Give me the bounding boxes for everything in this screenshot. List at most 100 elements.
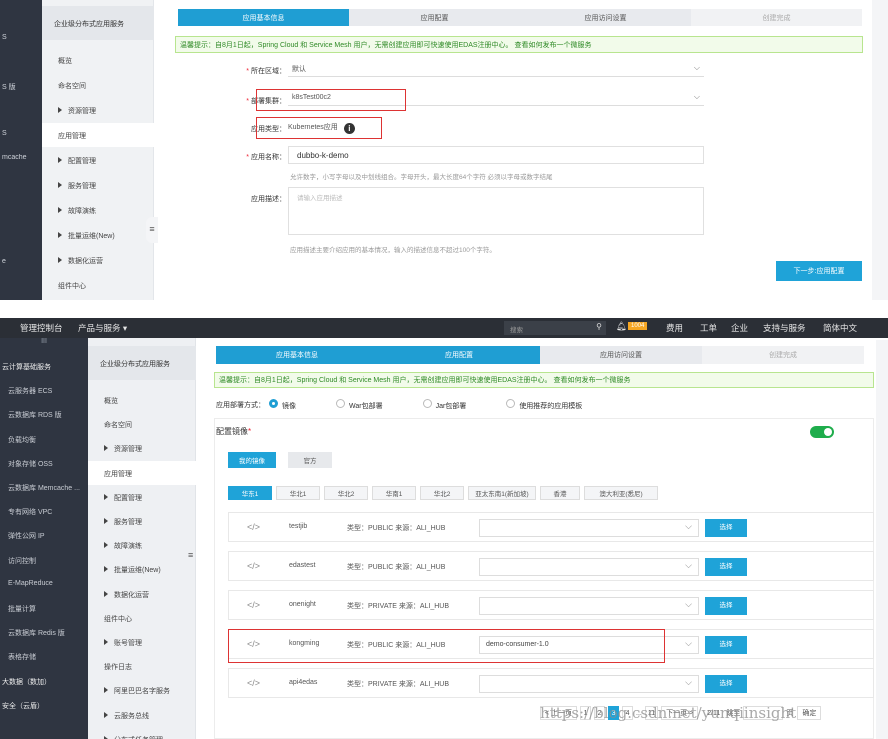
submenu-item[interactable]: 故障演练 [88,533,196,557]
submenu-item[interactable]: 批量运维(New) [88,557,196,581]
region-tab[interactable]: 华北2 [324,486,368,500]
leftnav-item[interactable]: 云数据库 Redis 版 [0,620,88,644]
leftnav-item[interactable]: 云数据库 Memcache ... [0,475,88,499]
products-menu[interactable]: 产品与服务 ▾ [78,322,127,334]
select-image-button[interactable]: 选择 [705,597,747,615]
topbar-link-language[interactable]: 简体中文 [823,322,857,334]
submenu-item[interactable]: 批量运维(New) [42,223,154,247]
leftnav-item[interactable]: 安全（云盾） [0,693,88,717]
version-select[interactable]: ⌵ [479,519,699,537]
step-4: 创建完成 [702,346,864,364]
image-config-toggle[interactable] [810,426,834,438]
search-input[interactable]: 搜索 ⚲ [504,321,606,335]
notice-text: 温馨提示：自8月1日起，Spring Cloud 和 Service Mesh … [180,41,592,49]
left-strip-label[interactable]: mcache [2,154,40,161]
search-icon[interactable]: ⚲ [596,322,602,331]
version-select[interactable]: ⌵ [479,597,699,615]
submenu-item[interactable]: 命名空间 [42,73,154,97]
app-name-input[interactable]: dubbo-k-demo [288,146,704,164]
submenu-item[interactable]: 组件中心 [88,606,196,630]
left-strip-label[interactable]: S [2,130,40,137]
tab-my-images[interactable]: 我的镜像 [228,452,276,468]
submenu-item[interactable]: 概览 [88,388,196,412]
confirm-page-button[interactable]: 确定 [797,706,822,720]
left-strip-label[interactable]: S [2,34,40,41]
submenu-item[interactable]: 云服务总线 [88,703,196,727]
region-value: 默认 [292,65,306,73]
submenu-item[interactable]: 数据化运营 [42,248,154,272]
step-1: 应用基本信息 [178,9,349,26]
deploy-option-war[interactable]: War包部署 [336,399,383,411]
submenu-item-label: 资源管理 [114,446,142,454]
region-tab[interactable]: 华北2 [420,486,464,500]
leftnav-item[interactable]: 云服务器 ECS [0,378,88,402]
submenu-item[interactable]: 应用管理 [88,460,196,485]
leftnav-item[interactable]: 专有网络 VPC [0,499,88,523]
leftnav-item[interactable]: 大数据（数加） [0,669,88,693]
tab-official[interactable]: 官方 [288,452,332,468]
leftnav-item[interactable]: E-MapReduce [0,572,88,596]
caret-right-icon [58,107,62,113]
submenu-item-label: 服务管理 [68,183,96,190]
submenu-item[interactable]: 服务管理 [88,509,196,533]
select-image-button[interactable]: 选择 [705,636,747,654]
left-strip-label[interactable]: S 版 [2,82,40,92]
leftnav-item[interactable]: 批量计算 [0,596,88,620]
version-select[interactable]: ⌵ [479,558,699,576]
leftnav-item[interactable]: 访问控制 [0,548,88,572]
leftnav-item[interactable]: 对象存储 OSS [0,451,88,475]
submenu-item-label: 命名空间 [58,83,86,90]
scrollbar[interactable] [876,340,888,739]
topbar-link-fees[interactable]: 费用 [666,322,683,334]
submenu-item[interactable]: 应用管理 [42,123,154,147]
app-desc-textarea[interactable]: 请输入应用描述 [288,187,704,235]
submenu-item[interactable]: 配置管理 [88,485,196,509]
select-image-button[interactable]: 选择 [705,675,747,693]
submenu-item[interactable]: 阿里巴巴名字服务 [88,678,196,702]
menu-toggle-icon[interactable]: III [0,338,88,352]
leftnav-item[interactable]: 负载均衡 [0,427,88,451]
collapse-handle-icon[interactable]: ≡ [188,550,198,574]
notice-text: 温馨提示：自8月1日起，Spring Cloud 和 Service Mesh … [219,377,631,384]
image-name: edastest [289,562,316,569]
leftnav-item[interactable]: 弹性公网 IP [0,523,88,547]
image-meta: 类型：PRIVATE 来源：ALI_HUB [347,681,450,688]
deploy-option-jar[interactable]: Jar包部署 [422,399,466,411]
leftnav-item[interactable]: 云计算基础服务 [0,354,88,378]
next-step-button[interactable]: 下一步:应用配置 [776,261,862,281]
collapse-handle-icon[interactable]: ≡ [146,217,158,243]
bell-icon[interactable]: 🔔︎ [616,321,627,332]
submenu-item[interactable]: 故障演练 [42,198,154,222]
region-tab[interactable]: 亚太东南1(新加坡) [468,486,536,500]
submenu-item[interactable]: 分布式任务管理 [88,727,196,739]
console-home-link[interactable]: 管理控制台 [20,322,63,334]
region-tab[interactable]: 华北1 [276,486,320,500]
deploy-option-image[interactable]: 镜像 [269,399,296,411]
select-image-button[interactable]: 选择 [705,558,747,576]
leftnav-item[interactable]: 云数据库 RDS 版 [0,402,88,426]
topbar-link-ticket[interactable]: 工单 [700,322,717,334]
region-tab[interactable]: 香港 [540,486,580,500]
submenu-item[interactable]: 操作日志 [88,654,196,678]
region-tab[interactable]: 华南1 [372,486,416,500]
topbar-link-enterprise[interactable]: 企业 [731,322,748,334]
left-strip-label[interactable]: e [2,258,40,265]
submenu-item[interactable]: 资源管理 [88,436,196,460]
leftnav-item[interactable]: 表格存储 [0,644,88,668]
region-select[interactable]: 默认 ⌵ [288,61,704,77]
submenu-item[interactable]: 服务管理 [42,173,154,197]
submenu-item[interactable]: 数据化运营 [88,582,196,606]
select-image-button[interactable]: 选择 [705,519,747,537]
image-config-title: 配置镜像* [216,427,252,436]
region-tab[interactable]: 华东1 [228,486,272,500]
submenu-item[interactable]: 概览 [42,48,154,72]
version-select[interactable]: ⌵ [479,675,699,693]
submenu-item[interactable]: 账号管理 [88,630,196,654]
deploy-option-template[interactable]: 使用推荐的应用模板 [506,399,582,411]
submenu-item[interactable]: 组件中心 [42,273,154,297]
submenu-item[interactable]: 配置管理 [42,148,154,172]
submenu-item[interactable]: 资源管理 [42,98,154,122]
region-tab[interactable]: 澳大利亚(悉尼) [584,486,658,500]
submenu-item[interactable]: 命名空间 [88,412,196,436]
topbar-link-support[interactable]: 支持与服务 [763,322,806,334]
